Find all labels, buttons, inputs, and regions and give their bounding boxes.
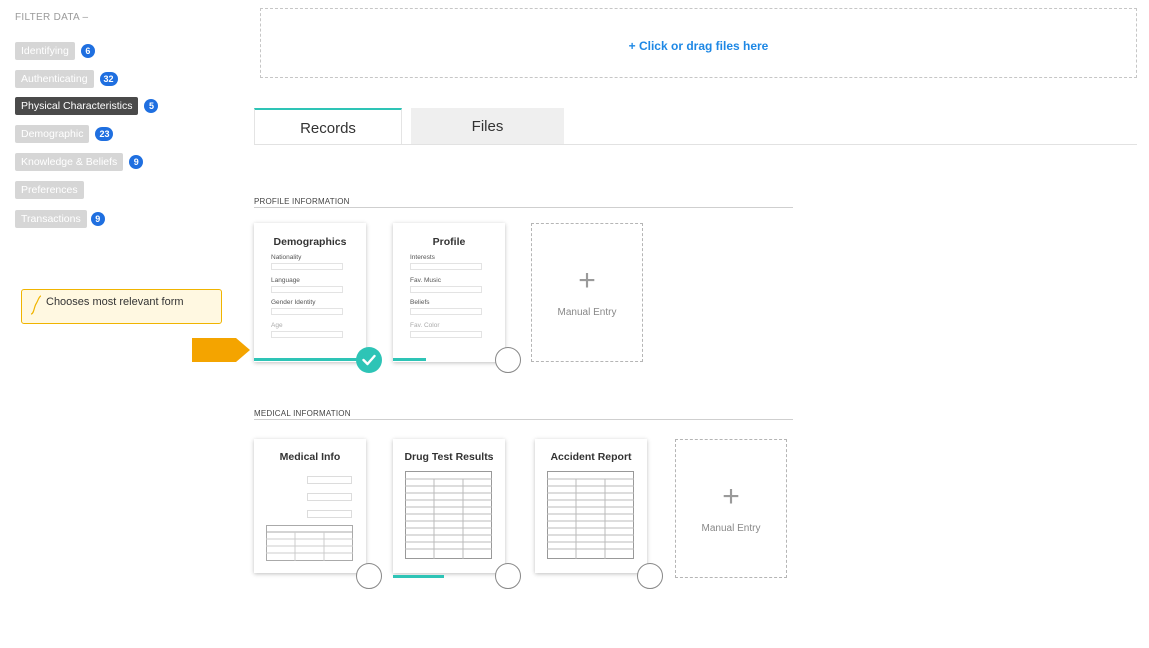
tab-files[interactable]: Files: [411, 108, 564, 145]
filter-data-title: FILTER DATA: [15, 12, 80, 23]
card-title: Profile: [432, 236, 466, 248]
form-card-drug-test-results[interactable]: Drug Test Results: [393, 439, 505, 573]
count-badge: 23: [95, 127, 114, 141]
table-preview: [405, 471, 492, 559]
pointer-arrow-icon: [192, 338, 252, 367]
field-label: Nationality: [271, 254, 302, 261]
count-badge: 9: [129, 155, 144, 169]
card-title: Drug Test Results: [404, 451, 494, 463]
plus-icon: +: [722, 480, 740, 513]
card-title: Accident Report: [550, 451, 632, 463]
plus-icon: +: [578, 264, 596, 297]
table-preview: [547, 471, 634, 559]
field-input-preview: [410, 308, 482, 315]
form-card-profile[interactable]: Profile Interests Fav. Music Beliefs Fav…: [393, 223, 505, 362]
section-divider: [254, 419, 793, 420]
field-label: Language: [271, 277, 300, 284]
collapse-icon[interactable]: –: [83, 12, 89, 23]
field-input-preview: [271, 286, 343, 293]
select-circle-icon[interactable]: [637, 563, 663, 589]
field-label: Age: [271, 322, 283, 329]
filter-data-header[interactable]: FILTER DATA –: [15, 12, 88, 23]
filter-chip[interactable]: Preferences: [15, 181, 84, 199]
field-label: Gender Identity: [271, 299, 316, 306]
filter-chip[interactable]: Identifying: [15, 42, 75, 60]
manual-entry-label: Manual Entry: [557, 307, 617, 318]
selected-check-icon[interactable]: [356, 347, 382, 373]
card-progress-bar: [393, 358, 426, 361]
filter-item-physical-characteristics[interactable]: Physical Characteristics 5: [15, 97, 159, 115]
count-badge: 9: [90, 212, 105, 226]
section-divider: [254, 207, 793, 208]
filter-chip[interactable]: Physical Characteristics: [15, 97, 139, 115]
filter-item-transactions[interactable]: Transactions 9: [15, 210, 105, 228]
filter-item-identifying[interactable]: Identifying 6: [15, 42, 95, 60]
manual-entry-card[interactable]: + Manual Entry: [531, 223, 643, 362]
field-input-preview: [307, 493, 352, 501]
field-input-preview: [410, 286, 482, 293]
file-dropzone[interactable]: + Click or drag files here: [260, 8, 1137, 78]
filter-chip[interactable]: Demographic: [15, 125, 90, 143]
count-badge: 6: [80, 44, 95, 58]
card-progress-bar: [393, 575, 444, 578]
filter-item-authenticating[interactable]: Authenticating 32: [15, 70, 118, 88]
manual-entry-card[interactable]: + Manual Entry: [675, 439, 787, 578]
tooltip-text: Chooses most relevant form: [46, 296, 184, 308]
field-input-preview: [271, 331, 343, 338]
field-input-preview: [410, 331, 482, 338]
field-input-preview: [271, 263, 343, 270]
dropzone-label[interactable]: + Click or drag files here: [261, 39, 1136, 53]
field-label: Beliefs: [410, 299, 430, 306]
filter-item-preferences[interactable]: Preferences: [15, 181, 84, 199]
select-circle-icon[interactable]: [495, 563, 521, 589]
filter-item-knowledge-beliefs[interactable]: Knowledge & Beliefs 9: [15, 153, 144, 171]
card-progress-bar: [254, 358, 366, 361]
curve-icon: [30, 295, 42, 320]
filter-chip[interactable]: Transactions: [15, 210, 87, 228]
section-title-profile: PROFILE INFORMATION: [254, 197, 350, 206]
tab-divider: [254, 144, 1137, 145]
field-input-preview: [271, 308, 343, 315]
filter-item-demographic[interactable]: Demographic 23: [15, 125, 114, 143]
table-preview: [266, 525, 353, 561]
annotation-tooltip: Chooses most relevant form: [21, 289, 222, 324]
select-circle-icon[interactable]: [356, 563, 382, 589]
field-label: Fav. Music: [410, 277, 441, 284]
field-label: Interests: [410, 254, 435, 261]
card-title: Medical Info: [279, 451, 341, 463]
form-card-demographics[interactable]: Demographics Nationality Language Gender…: [254, 223, 366, 362]
card-title: Demographics: [273, 236, 347, 248]
section-title-medical: MEDICAL INFORMATION: [254, 409, 351, 418]
field-input-preview: [307, 476, 352, 484]
field-input-preview: [410, 263, 482, 270]
filter-chip[interactable]: Authenticating: [15, 70, 94, 88]
form-card-accident-report[interactable]: Accident Report: [535, 439, 647, 573]
filter-chip[interactable]: Knowledge & Beliefs: [15, 153, 124, 171]
field-input-preview: [307, 510, 352, 518]
count-badge: 32: [99, 72, 118, 86]
tab-records[interactable]: Records: [254, 108, 402, 145]
manual-entry-label: Manual Entry: [701, 523, 761, 534]
field-label: Fav. Color: [410, 322, 440, 329]
select-circle-icon[interactable]: [495, 347, 521, 373]
form-card-medical-info[interactable]: Medical Info: [254, 439, 366, 573]
count-badge: 5: [144, 99, 159, 113]
